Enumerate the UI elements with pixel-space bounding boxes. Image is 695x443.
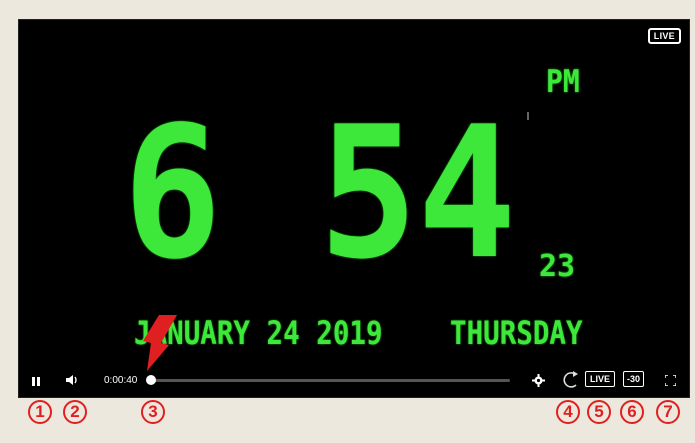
marker-4: 4 bbox=[556, 400, 580, 424]
marker-1: 1 bbox=[28, 400, 52, 424]
pause-icon-bar bbox=[37, 376, 40, 386]
seek-thumb[interactable] bbox=[146, 375, 156, 385]
clock-weekday: THURSDAY bbox=[450, 314, 583, 352]
player-controls: 0:00:40 LIVE -30 bbox=[19, 363, 689, 397]
video-player[interactable]: LIVE PM 6 54 23 JANUARY 24 2019 THURSDAY… bbox=[18, 19, 690, 398]
clock-hour: 6 bbox=[123, 87, 222, 299]
pause-button[interactable] bbox=[29, 374, 43, 388]
live-badge: LIVE bbox=[647, 28, 681, 44]
settings-button[interactable] bbox=[530, 372, 546, 388]
marker-2: 2 bbox=[63, 400, 87, 424]
clock-seconds: 23 bbox=[539, 249, 576, 284]
marker-3: 3 bbox=[141, 400, 165, 424]
clock-ampm: PM bbox=[546, 63, 580, 100]
clock-tick-mark bbox=[527, 112, 529, 120]
rewind-30-button[interactable]: -30 bbox=[623, 371, 645, 387]
fullscreen-button[interactable] bbox=[663, 373, 677, 387]
marker-5: 5 bbox=[587, 400, 611, 424]
replay-button[interactable] bbox=[560, 369, 582, 391]
marker-7: 7 bbox=[656, 400, 680, 424]
volume-icon bbox=[66, 375, 77, 385]
replay-icon bbox=[563, 371, 578, 388]
marker-6: 6 bbox=[620, 400, 644, 424]
clock-minutes: 54 bbox=[319, 87, 517, 299]
fullscreen-icon bbox=[664, 374, 676, 386]
seek-bar[interactable] bbox=[150, 379, 510, 382]
volume-button[interactable] bbox=[65, 372, 81, 388]
live-button[interactable]: LIVE bbox=[585, 371, 616, 387]
pause-icon-bar bbox=[32, 376, 35, 386]
screenshot-frame: LIVE PM 6 54 23 JANUARY 24 2019 THURSDAY… bbox=[0, 0, 695, 443]
time-readout: 0:00:40 bbox=[104, 375, 138, 386]
gear-icon bbox=[531, 373, 545, 387]
red-arrow-annotation bbox=[143, 315, 177, 371]
